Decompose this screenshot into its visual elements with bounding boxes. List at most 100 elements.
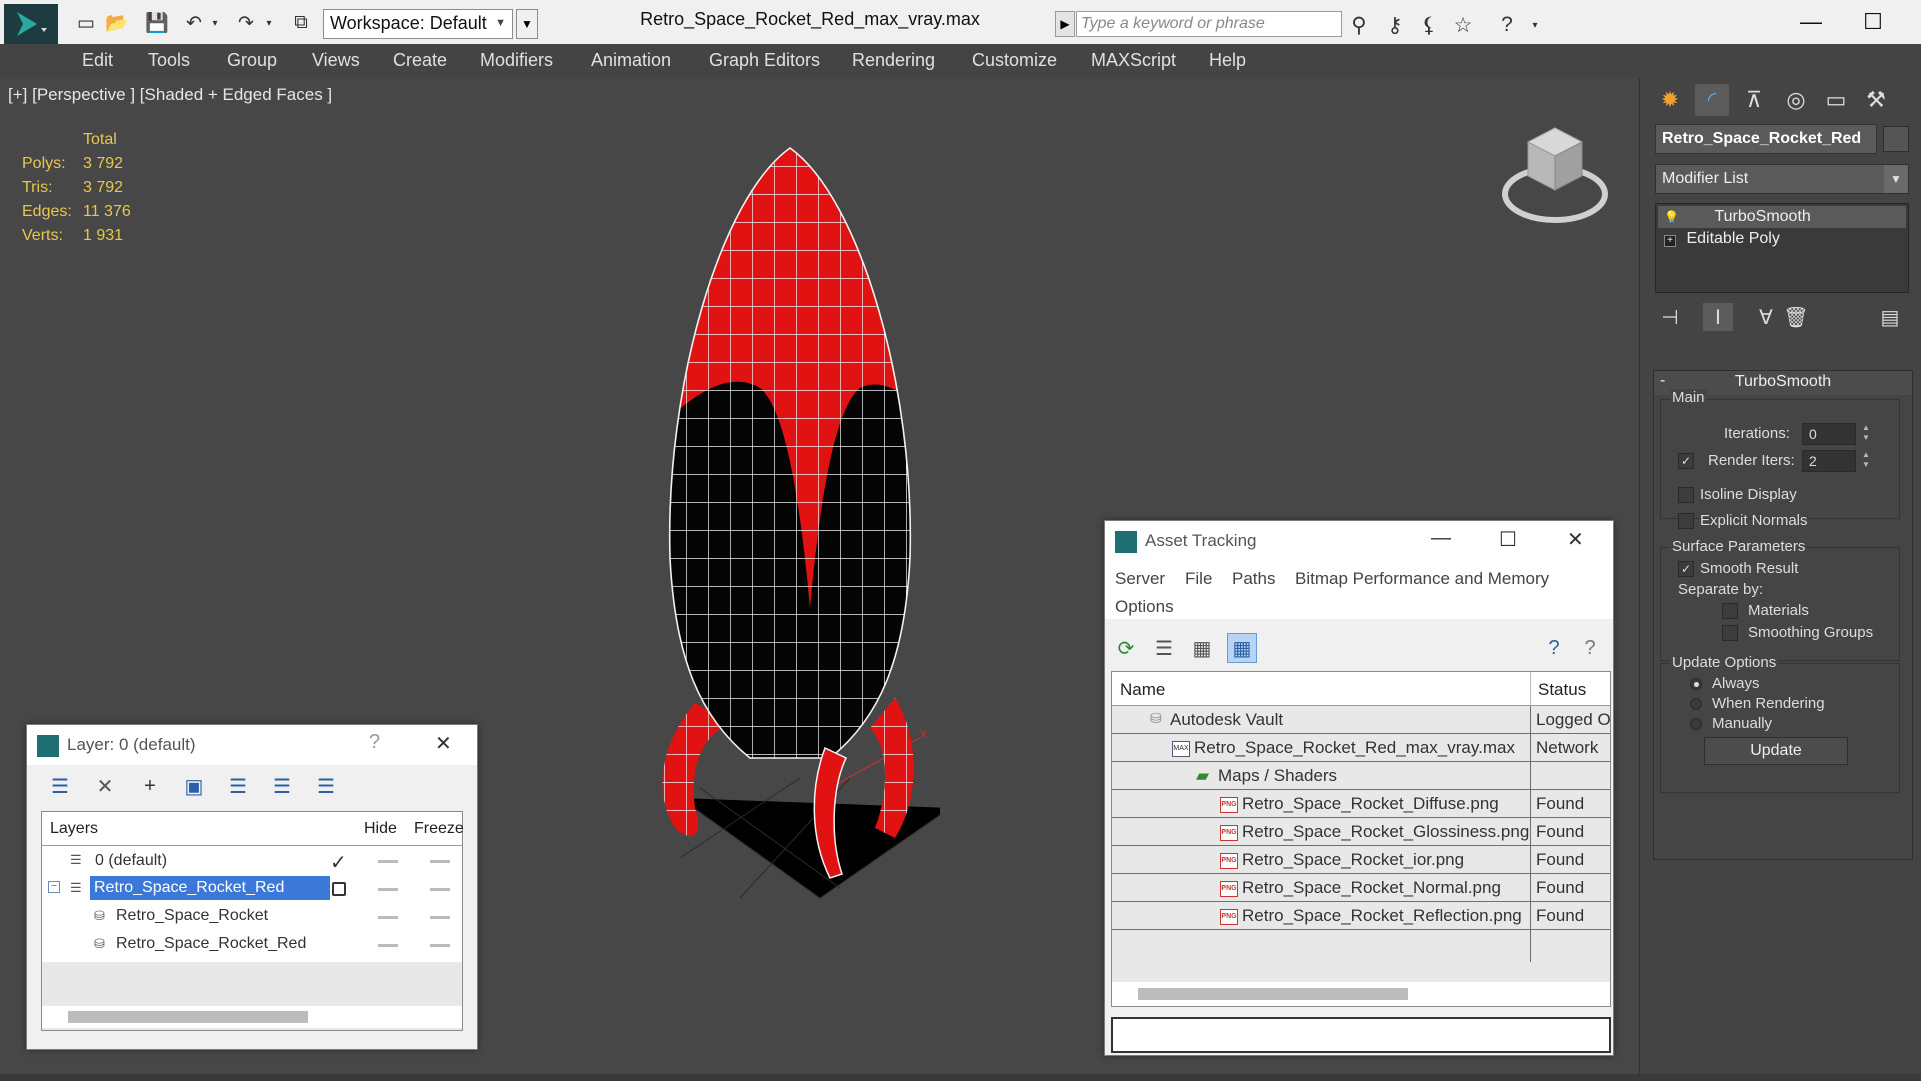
asset-path-field[interactable]: [1111, 1017, 1611, 1053]
select-objects-icon[interactable]: ▣: [179, 771, 209, 801]
project-folder-icon[interactable]: ⧉: [287, 10, 315, 36]
display-tab-icon[interactable]: ▭: [1819, 84, 1853, 116]
layer-row-default[interactable]: ☰ 0 (default) ✓: [42, 848, 462, 874]
help-query-alt-icon[interactable]: ?: [1575, 633, 1605, 663]
column-header-layers[interactable]: Layers: [50, 820, 98, 838]
hide-toggle[interactable]: [378, 888, 398, 891]
redo-dropdown-icon[interactable]: ▾: [262, 10, 276, 36]
workspace-dropdown[interactable]: Workspace: Default ▼: [323, 9, 513, 39]
smoothing-groups-checkbox[interactable]: [1722, 625, 1738, 641]
table-view-icon[interactable]: ▦: [1227, 633, 1257, 663]
horizontal-scrollbar[interactable]: [1112, 982, 1610, 1006]
object-name-field[interactable]: Retro_Space_Rocket_Red: [1655, 124, 1877, 154]
workspace-menu-button[interactable]: ▼: [516, 9, 538, 39]
configure-modifier-sets-icon[interactable]: ▤: [1875, 303, 1905, 331]
render-iters-spinner[interactable]: 2: [1802, 450, 1856, 472]
save-icon[interactable]: 💾: [143, 10, 171, 36]
stack-item-turbosmooth[interactable]: 💡 TurboSmooth: [1658, 206, 1906, 228]
menu-options[interactable]: Options: [1115, 597, 1174, 617]
help-query-icon[interactable]: ?: [1539, 633, 1569, 663]
when-rendering-radio[interactable]: [1690, 698, 1702, 710]
search-input[interactable]: Type a keyword or phrase: [1076, 11, 1342, 37]
close-icon[interactable]: ✕: [1904, 4, 1921, 40]
lightbulb-icon[interactable]: 💡: [1664, 210, 1679, 224]
freeze-toggle[interactable]: [430, 916, 450, 919]
update-button[interactable]: Update: [1704, 737, 1848, 765]
layer-properties-icon[interactable]: ☰: [311, 771, 341, 801]
manually-radio[interactable]: [1690, 718, 1702, 730]
key-icon[interactable]: ⚷: [1380, 12, 1410, 38]
asset-row[interactable]: PNG Retro_Space_Rocket_Glossiness.png Fo…: [1112, 818, 1610, 846]
spinner-arrows-icon[interactable]: ▲ ▼: [1860, 450, 1872, 472]
menu-animation[interactable]: Animation: [591, 50, 671, 71]
asset-row[interactable]: MAX Retro_Space_Rocket_Red_max_vray.max …: [1112, 734, 1610, 762]
new-layer-icon[interactable]: ☰: [45, 771, 75, 801]
layer-row-retro-space-rocket-red[interactable]: − ☰ Retro_Space_Rocket_Red: [42, 876, 462, 902]
highlight-selected-icon[interactable]: ☰: [223, 771, 253, 801]
make-unique-icon[interactable]: ∀: [1751, 303, 1781, 331]
freeze-toggle[interactable]: [430, 888, 450, 891]
asset-row[interactable]: PNG Retro_Space_Rocket_Normal.png Found: [1112, 874, 1610, 902]
remove-modifier-icon[interactable]: 🗑: [1781, 303, 1811, 331]
redo-icon[interactable]: ↷: [232, 10, 260, 36]
column-header-status[interactable]: Status: [1538, 680, 1586, 700]
hierarchy-tab-icon[interactable]: ⊼: [1737, 84, 1771, 116]
asset-row[interactable]: PNG Retro_Space_Rocket_Diffuse.png Found: [1112, 790, 1610, 818]
menu-group[interactable]: Group: [227, 50, 277, 71]
open-file-icon[interactable]: 📂: [103, 10, 131, 36]
scrollbar-thumb[interactable]: [68, 1011, 308, 1023]
menu-paths[interactable]: Paths: [1232, 569, 1275, 589]
viewport-label[interactable]: [+] [Perspective ] [Shaded + Edged Faces…: [8, 85, 332, 105]
smooth-result-checkbox[interactable]: ✓: [1678, 561, 1694, 577]
undo-icon[interactable]: ↶: [180, 10, 208, 36]
menu-rendering[interactable]: Rendering: [852, 50, 935, 71]
add-to-layer-icon[interactable]: +: [135, 771, 165, 801]
undo-dropdown-icon[interactable]: ▾: [208, 10, 222, 36]
asset-row[interactable]: PNG Retro_Space_Rocket_Reflection.png Fo…: [1112, 902, 1610, 930]
utilities-tab-icon[interactable]: ⚒: [1859, 84, 1893, 116]
freeze-toggle[interactable]: [430, 944, 450, 947]
asset-row[interactable]: ⛁ Autodesk Vault Logged Out: [1112, 706, 1610, 734]
menu-modifiers[interactable]: Modifiers: [480, 50, 553, 71]
menu-edit[interactable]: Edit: [82, 50, 113, 71]
render-iters-checkbox[interactable]: ✓: [1678, 453, 1694, 469]
freeze-toggle[interactable]: [430, 860, 450, 863]
always-radio[interactable]: [1690, 678, 1702, 690]
exchange-icon[interactable]: ⚸: [1414, 12, 1444, 38]
new-file-icon[interactable]: ▭: [72, 10, 100, 36]
scrollbar-thumb[interactable]: [1138, 988, 1408, 1000]
minimize-icon[interactable]: —: [1431, 527, 1451, 550]
favorites-star-icon[interactable]: ☆: [1448, 12, 1478, 38]
show-end-result-icon[interactable]: Ⅰ: [1703, 303, 1733, 331]
help-dropdown-icon[interactable]: ▾: [1520, 12, 1550, 38]
create-tab-icon[interactable]: ✹: [1653, 84, 1687, 116]
asset-row[interactable]: PNG Retro_Space_Rocket_ior.png Found: [1112, 846, 1610, 874]
menu-file[interactable]: File: [1185, 569, 1212, 589]
hide-toggle[interactable]: [378, 944, 398, 947]
maximize-icon[interactable]: ☐: [1842, 4, 1904, 40]
menu-server[interactable]: Server: [1115, 569, 1165, 589]
close-icon[interactable]: ✕: [435, 731, 452, 756]
pin-stack-icon[interactable]: ⊣: [1655, 303, 1685, 331]
help-icon[interactable]: ?: [369, 731, 380, 754]
delete-layer-icon[interactable]: ✕: [90, 771, 120, 801]
asset-row[interactable]: ▰ Maps / Shaders: [1112, 762, 1610, 790]
spinner-arrows-icon[interactable]: ▲ ▼: [1860, 423, 1872, 445]
close-icon[interactable]: ✕: [1567, 527, 1584, 552]
asset-window-title-bar[interactable]: Asset Tracking — ☐ ✕: [1105, 521, 1613, 561]
rocket-model[interactable]: x: [620, 138, 940, 918]
minimize-button[interactable]: —: [1780, 4, 1842, 40]
column-header-hide[interactable]: Hide: [364, 820, 397, 838]
explicit-normals-checkbox[interactable]: [1678, 513, 1694, 529]
expand-plus-icon[interactable]: +: [1664, 235, 1676, 247]
menu-help[interactable]: Help: [1209, 50, 1246, 71]
modifier-list-dropdown[interactable]: Modifier List ▼: [1655, 164, 1909, 194]
rollout-collapse-toggle[interactable]: -: [1660, 372, 1665, 390]
menu-maxscript[interactable]: MAXScript: [1091, 50, 1176, 71]
column-header-name[interactable]: Name: [1120, 680, 1165, 700]
viewcube-icon[interactable]: [1500, 122, 1610, 232]
refresh-icon[interactable]: ⟳: [1111, 633, 1141, 663]
column-header-freeze[interactable]: Freeze: [414, 820, 464, 838]
layer-window-title-bar[interactable]: Layer: 0 (default) ? ✕: [27, 725, 477, 765]
motion-tab-icon[interactable]: ◎: [1779, 84, 1813, 116]
